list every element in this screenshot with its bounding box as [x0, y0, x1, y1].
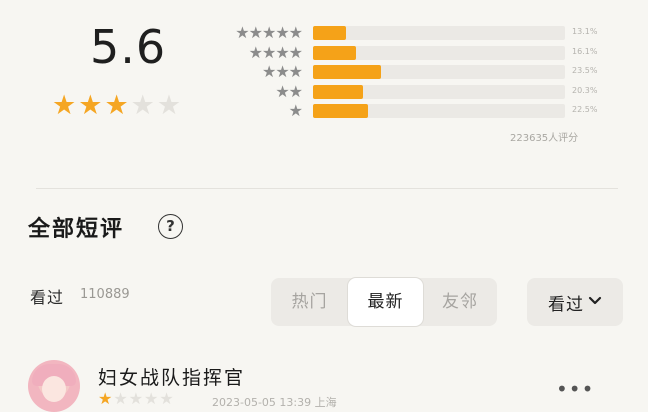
distribution-bar-3	[313, 65, 382, 79]
distribution-percent-3: 23.5%	[572, 66, 598, 75]
star-icon: ★	[156, 90, 182, 121]
seen-count: 110889	[80, 287, 130, 302]
distribution-percent-4: 16.1%	[572, 46, 598, 56]
distribution-bar-1	[313, 104, 369, 118]
distribution-bar-4	[313, 45, 356, 60]
question-circle-icon[interactable]: ?	[158, 214, 183, 239]
distribution-bar-track	[313, 104, 565, 118]
rating-distribution: ★★★★★ 13.1% ★★★★ 16.1% ★★★ 23.5% ★★ 20.3…	[214, 24, 604, 122]
distribution-bar-track	[313, 26, 565, 40]
seen-label: 看过	[30, 288, 65, 307]
distribution-bar-2	[313, 84, 364, 99]
star-icon: ★	[52, 90, 77, 121]
rating-score: 5.6	[90, 20, 167, 74]
star-label-1: ★	[288, 101, 303, 120]
star-label-4: ★★★★	[248, 42, 303, 62]
watched-filter-dropdown[interactable]: 看过	[527, 278, 623, 326]
avatar[interactable]	[28, 360, 80, 412]
distribution-row-5: ★★★★★ 13.1%	[214, 24, 604, 44]
distribution-percent-2: 20.3%	[572, 85, 598, 95]
star-label-5: ★★★★★	[235, 23, 303, 42]
rating-stars: ★ ★ ★ ★ ★	[52, 92, 181, 119]
distribution-bar-track	[313, 45, 565, 60]
star-icon: ★	[130, 90, 155, 121]
comments-title: 全部短评	[28, 217, 125, 242]
tab-latest[interactable]: 最新	[348, 278, 423, 326]
distribution-row-3: ★★★ 23.5%	[214, 63, 604, 83]
distribution-bar-track	[313, 84, 565, 99]
review-timestamp: 2023-05-05 13:39 上海	[212, 396, 337, 409]
tab-friends[interactable]: 友邻	[423, 278, 497, 326]
distribution-row-2: ★★ 20.3%	[214, 83, 604, 103]
distribution-row-4: ★★★★ 16.1%	[214, 44, 604, 64]
distribution-percent-1: 22.5%	[572, 105, 598, 114]
rating-count: 223635人评分	[510, 133, 579, 144]
chevron-down-icon	[588, 294, 602, 310]
username[interactable]: 妇女战队指挥官	[98, 363, 245, 390]
distribution-row-1: ★ 22.5%	[214, 102, 604, 122]
distribution-bar-track	[313, 65, 565, 79]
distribution-percent-5: 13.1%	[572, 27, 598, 36]
star-icon: ★	[78, 90, 103, 121]
avatar-face	[42, 376, 66, 402]
tab-hot[interactable]: 热门	[271, 278, 348, 326]
star-icon: ★	[104, 90, 129, 121]
star-label-2: ★★	[275, 81, 303, 101]
sort-tabs: 热门 最新 友邻	[271, 278, 497, 326]
section-divider	[36, 188, 618, 189]
more-icon[interactable]: •••	[556, 377, 594, 401]
filter-label: 看过	[548, 294, 584, 315]
distribution-bar-5	[313, 26, 346, 40]
star-label-3: ★★★	[261, 62, 303, 81]
